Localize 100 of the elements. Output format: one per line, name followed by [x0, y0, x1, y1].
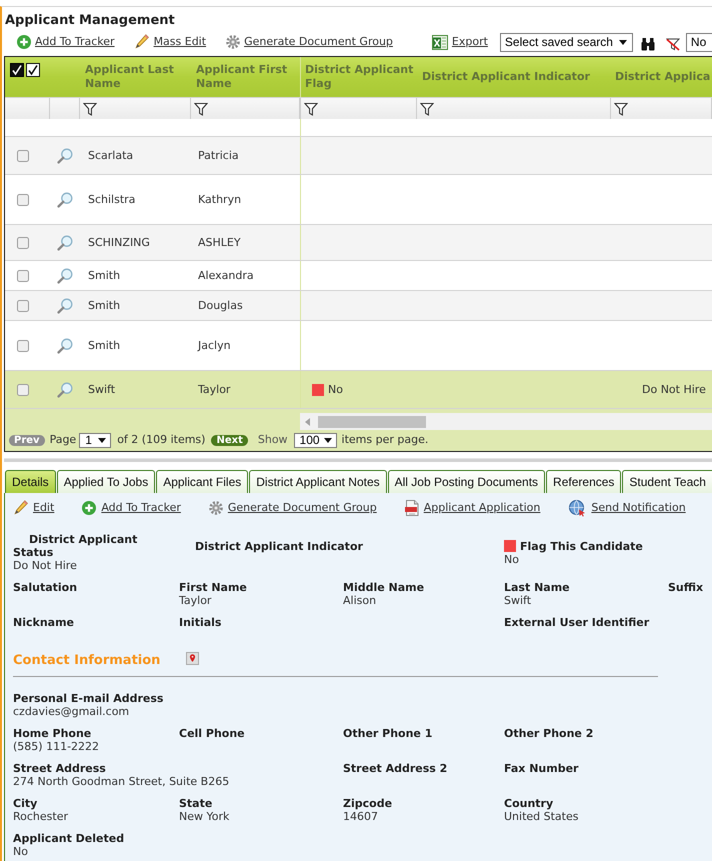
filter-icon[interactable] — [304, 102, 318, 116]
magnifier-icon[interactable] — [57, 192, 73, 208]
document-icon — [404, 500, 419, 516]
field-label: Salutation — [13, 581, 78, 594]
caret-icon — [98, 438, 106, 442]
row-checkbox[interactable] — [17, 194, 29, 206]
field-label: Street Address — [13, 762, 106, 775]
row-checkbox[interactable] — [17, 300, 29, 312]
magnifier-icon[interactable] — [57, 382, 73, 398]
field-label: District Applicant Indicator — [194, 540, 363, 552]
map-pin-icon[interactable] — [186, 652, 200, 665]
field-label: Cell Phone — [179, 727, 245, 740]
row-checkbox[interactable] — [17, 384, 29, 396]
filter-icon[interactable] — [614, 102, 628, 116]
field-label: Suffix — [668, 581, 704, 594]
tab[interactable]: Details — [5, 470, 56, 493]
field-label: External User Identifier — [504, 616, 650, 629]
page-label: Page — [50, 433, 76, 447]
cell-text: Smith — [88, 268, 120, 282]
cell-text: Alexandra — [198, 268, 254, 282]
page-dropdown[interactable]: 1 — [79, 432, 112, 448]
cell-text: Smith — [88, 298, 120, 312]
tab[interactable]: References — [546, 470, 622, 493]
tab[interactable]: District Applicant Notes — [249, 470, 387, 493]
show-label: Show — [258, 433, 288, 447]
cell-text: Patricia — [198, 148, 239, 162]
checkbox-icon[interactable] — [26, 63, 40, 77]
gear-icon — [226, 35, 240, 49]
field-value: No — [13, 845, 28, 858]
field-label: Applicant Deleted — [13, 832, 124, 845]
action-link[interactable]: Add To Tracker — [101, 501, 181, 515]
action-link[interactable]: Edit — [33, 501, 54, 515]
field-label: District Applicant Status — [13, 533, 138, 559]
field-value: (585) 111-2222 — [13, 740, 100, 753]
toolbar-link[interactable]: Generate Document Group — [244, 35, 393, 49]
cell-text: Taylor — [198, 382, 230, 396]
crossed-funnel-icon[interactable] — [666, 37, 680, 51]
pencil-icon — [14, 500, 28, 516]
field-label: Home Phone — [13, 727, 92, 740]
scrollbar-thumb[interactable] — [318, 416, 426, 428]
horizontal-scrollbar[interactable] — [300, 413, 712, 430]
action-link[interactable]: Applicant Application — [424, 501, 540, 515]
field-value: Do Not Hire — [13, 559, 77, 572]
globe-icon — [568, 499, 586, 517]
tab[interactable]: Applied To Jobs — [56, 470, 156, 493]
text-field[interactable]: No — [686, 32, 712, 52]
tab[interactable]: Student Teach — [622, 470, 712, 493]
magnifier-icon[interactable] — [57, 268, 73, 284]
plus-circle-icon — [82, 501, 96, 515]
cell-text: Kathryn — [198, 192, 242, 206]
cell-text: ASHLEY — [198, 236, 241, 250]
cell-text: Smith — [88, 338, 120, 352]
filter-icon[interactable] — [83, 102, 97, 116]
toolbar-link[interactable]: Add To Tracker — [35, 35, 115, 49]
row-checkbox[interactable] — [17, 340, 29, 352]
field-value: Taylor — [179, 594, 212, 607]
field-label: First Name — [179, 581, 247, 594]
field-value: Alison — [343, 594, 376, 607]
field-label: Other Phone 1 — [343, 727, 432, 740]
magnifier-icon[interactable] — [57, 234, 73, 250]
tab[interactable]: Applicant Files — [156, 470, 248, 493]
magnifier-icon[interactable] — [57, 298, 73, 314]
field-value: 14607 — [343, 810, 378, 823]
filter-icon[interactable] — [420, 102, 434, 116]
field-label: Nickname — [13, 616, 74, 629]
field-label: Middle Name — [343, 581, 424, 594]
magnifier-icon[interactable] — [57, 148, 73, 164]
action-link[interactable]: Send Notification — [591, 501, 686, 515]
inverted-checkbox-icon[interactable] — [10, 63, 24, 77]
scroll-left-icon[interactable] — [305, 418, 310, 426]
field-label: Fax Number — [504, 762, 578, 775]
field-value: 274 North Goodman Street, Suite B265 — [13, 775, 230, 788]
field-label: Flag This Candidate — [520, 540, 643, 552]
tab[interactable]: All Job Posting Documents — [388, 470, 546, 493]
pencil-icon — [134, 34, 149, 50]
action-link[interactable]: Generate Document Group — [228, 501, 377, 515]
row-checkbox[interactable] — [17, 150, 29, 162]
field-label: City — [13, 797, 38, 810]
next-button[interactable]: Next — [211, 434, 248, 446]
binoculars-icon[interactable] — [640, 37, 655, 51]
filter-icon[interactable] — [194, 102, 208, 116]
caret-icon — [324, 438, 332, 442]
saved-search-dropdown[interactable]: Select saved search — [500, 32, 633, 52]
section-title: Contact Information — [13, 653, 160, 669]
per-page-dropdown[interactable]: 100 — [294, 432, 337, 448]
field-label: Initials — [179, 616, 222, 629]
plus-circle-icon — [17, 35, 31, 49]
per-page-label: items per page. — [342, 433, 428, 447]
field-label: Zipcode — [343, 797, 392, 810]
row-checkbox[interactable] — [17, 236, 29, 248]
row-checkbox[interactable] — [17, 270, 29, 282]
magnifier-icon[interactable] — [57, 338, 73, 354]
caret-icon — [618, 40, 627, 44]
field-value: United States — [504, 810, 578, 823]
field-label: State — [179, 797, 212, 810]
field-label: Personal E-mail Address — [13, 692, 164, 705]
page-title: Applicant Management — [5, 13, 175, 29]
field-value: No — [504, 552, 519, 566]
toolbar-link[interactable]: Export — [452, 35, 488, 49]
toolbar-link[interactable]: Mass Edit — [154, 35, 206, 49]
